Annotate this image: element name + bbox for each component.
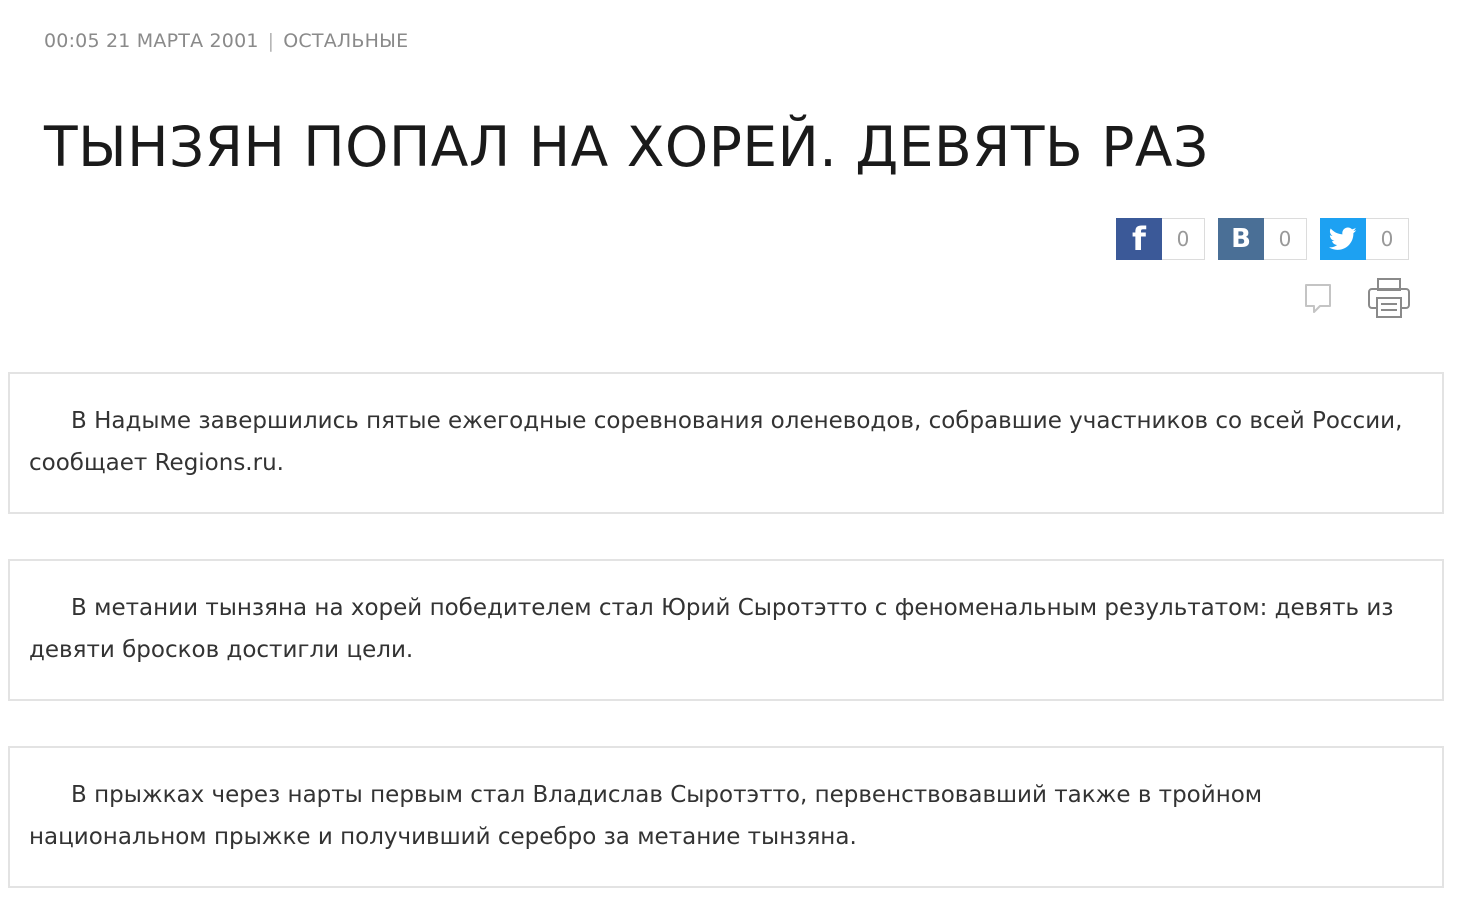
comment-icon[interactable] [1300,280,1336,316]
article-paragraph: В Надыме завершились пятые ежегодные сор… [29,408,1403,476]
print-icon[interactable] [1366,276,1412,320]
article-paragraph-box: В Надыме завершились пятые ежегодные сор… [8,372,1444,514]
facebook-share-count: 0 [1162,218,1205,260]
twitter-share-button[interactable]: 0 [1320,218,1409,260]
facebook-share-button[interactable]: f 0 [1116,218,1205,260]
article-paragraph-box: В метании тынзяна на хорей победителем с… [8,559,1444,701]
article-paragraph-box: В прыжках через нарты первым стал Владис… [8,746,1444,888]
meta-separator: | [267,30,275,52]
vk-share-button[interactable]: В 0 [1218,218,1307,260]
vk-icon: В [1218,218,1264,260]
facebook-icon: f [1116,218,1162,260]
article-category-link[interactable]: ОСТАЛЬНЫЕ [283,30,408,52]
article-meta: 00:05 21 МАРТА 2001 | ОСТАЛЬНЫЕ [44,30,408,52]
article-datetime: 00:05 21 МАРТА 2001 [44,30,259,52]
twitter-share-count: 0 [1366,218,1409,260]
vk-share-count: 0 [1264,218,1307,260]
article-paragraph: В прыжках через нарты первым стал Владис… [29,782,1263,850]
article-title: ТЫНЗЯН ПОПАЛ НА ХОРЕЙ. ДЕВЯТЬ РАЗ [44,115,1209,179]
twitter-icon [1320,218,1366,260]
article-paragraph: В метании тынзяна на хорей победителем с… [29,595,1394,663]
